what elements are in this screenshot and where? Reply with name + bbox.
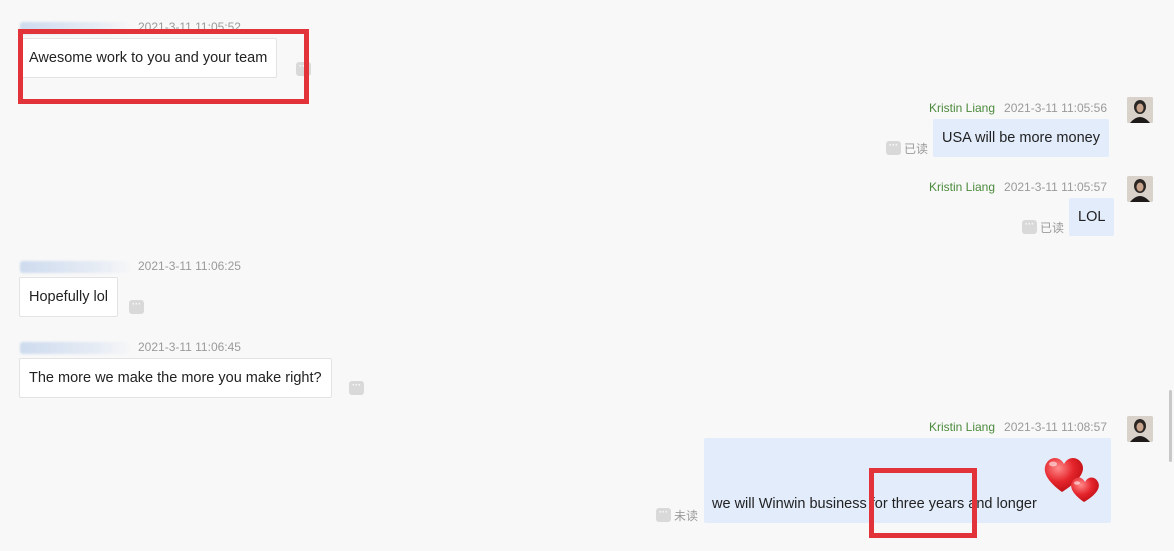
scrollbar[interactable] bbox=[1169, 390, 1172, 462]
message-bubble[interactable]: Hopefully lol bbox=[19, 277, 118, 317]
message-bubble[interactable]: LOL bbox=[1069, 198, 1115, 236]
message-header: 2021-3-11 11:06:25 bbox=[20, 259, 241, 273]
blurred-sender-name bbox=[20, 260, 132, 273]
highlight-box bbox=[18, 29, 309, 104]
more-options-icon[interactable]: ··· bbox=[656, 508, 671, 522]
message-header: Kristin Liang 2021-3-11 11:05:56 bbox=[929, 101, 1107, 115]
message-time: 2021-3-11 11:06:45 bbox=[138, 340, 241, 354]
message-header: Kristin Liang 2021-3-11 11:08:57 bbox=[929, 420, 1107, 434]
more-options-icon[interactable]: ··· bbox=[886, 141, 901, 155]
message-header: 2021-3-11 11:06:45 bbox=[20, 340, 241, 354]
message-time: 2021-3-11 11:08:57 bbox=[1004, 420, 1107, 434]
read-status: 已读 bbox=[904, 142, 929, 156]
avatar[interactable] bbox=[1127, 176, 1153, 202]
read-status: 未读 bbox=[674, 509, 699, 523]
message-bubble[interactable]: The more we make the more you make right… bbox=[19, 358, 332, 398]
message-time: 2021-3-11 11:06:25 bbox=[138, 259, 241, 273]
more-options-icon[interactable]: ··· bbox=[349, 381, 364, 395]
read-status: 已读 bbox=[1040, 221, 1065, 235]
hearts-icon bbox=[1040, 450, 1102, 506]
message-time: 2021-3-11 11:05:57 bbox=[1004, 180, 1107, 194]
message-bubble[interactable]: USA will be more money bbox=[933, 119, 1109, 157]
more-options-icon[interactable]: ··· bbox=[129, 300, 144, 314]
sender-name: Kristin Liang bbox=[928, 101, 996, 115]
more-options-icon[interactable]: ··· bbox=[1022, 220, 1037, 234]
sender-name: Kristin Liang bbox=[928, 180, 996, 194]
avatar[interactable] bbox=[1127, 97, 1153, 123]
highlight-box bbox=[869, 468, 977, 538]
blurred-sender-name bbox=[20, 341, 132, 354]
chat-message-list: 2021-3-11 11:05:52 Awesome work to you a… bbox=[0, 0, 1174, 551]
sender-name: Kristin Liang bbox=[928, 420, 996, 434]
message-header: Kristin Liang 2021-3-11 11:05:57 bbox=[929, 180, 1107, 194]
avatar[interactable] bbox=[1127, 416, 1153, 442]
message-time: 2021-3-11 11:05:56 bbox=[1004, 101, 1107, 115]
